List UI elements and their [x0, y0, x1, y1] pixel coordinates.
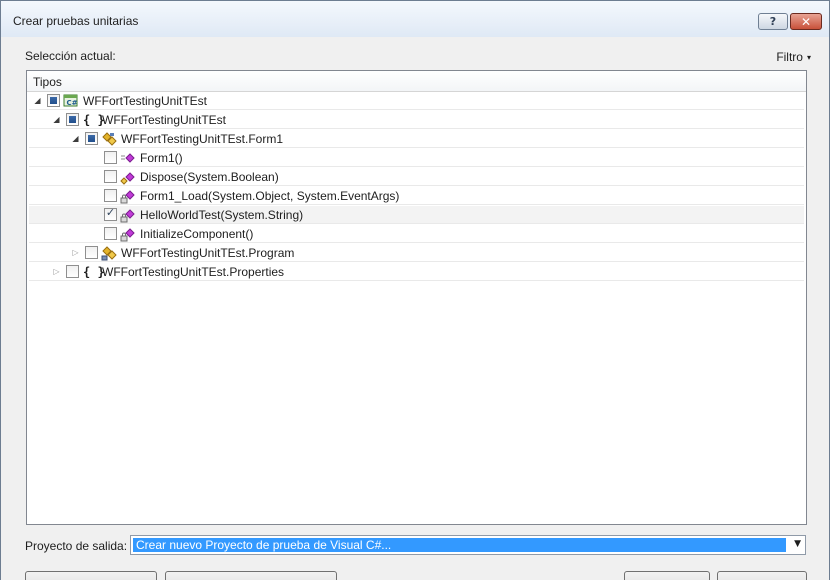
help-icon: ? [769, 15, 777, 28]
csharp-project-icon: C# [63, 93, 79, 109]
tree-row-method[interactable]: Form1_Load(System.Object, System.EventAr… [29, 187, 804, 205]
ok-button-partial[interactable] [624, 571, 710, 580]
svg-text:C#: C# [67, 99, 78, 107]
tree-row-label: Form1() [140, 151, 183, 165]
private-method-icon [120, 226, 136, 242]
combobox-arrow-icon[interactable]: ▼ [794, 539, 801, 549]
tree-row-project[interactable]: ◢ C# WFFortTestingUnitTEst [29, 92, 804, 110]
output-project-label: Proyecto de salida: [25, 539, 128, 553]
expander-expanded-icon[interactable]: ◢ [71, 133, 80, 144]
tree-checkbox[interactable] [66, 113, 79, 126]
output-project-combobox[interactable]: Crear nuevo Proyecto de prueba de Visual… [130, 535, 806, 555]
tree-row-class-form1[interactable]: ◢ WFFortTestingUnitTEst.Form1 [29, 130, 804, 148]
expander-expanded-icon[interactable]: ◢ [33, 95, 42, 106]
dropdown-arrow-icon: ▾ [806, 53, 811, 62]
tree-row-label: Dispose(System.Boolean) [140, 170, 279, 184]
tree-row-label: Form1_Load(System.Object, System.EventAr… [140, 189, 400, 203]
protected-method-icon [120, 169, 136, 185]
settings-button-partial[interactable] [25, 571, 157, 580]
tree-row-label: WFFortTestingUnitTEst [83, 94, 208, 108]
types-column-header: Tipos [33, 75, 62, 89]
tree-row-label: WFFortTestingUnitTEst.Program [121, 246, 295, 260]
tree-row-method-selected[interactable]: HelloWorldTest(System.String) [29, 206, 804, 224]
tree-row-method[interactable]: Dispose(System.Boolean) [29, 168, 804, 186]
cancel-button-partial[interactable] [717, 571, 807, 580]
window-title: Crear pruebas unitarias [13, 14, 139, 28]
tree-checkbox[interactable] [104, 151, 117, 164]
expander-collapsed-icon[interactable]: ▷ [52, 266, 61, 277]
output-project-selected-value: Crear nuevo Proyecto de prueba de Visual… [133, 538, 786, 552]
tree-checkbox[interactable] [104, 170, 117, 183]
expander-collapsed-icon[interactable]: ▷ [71, 247, 80, 258]
private-method-icon [120, 188, 136, 204]
tree-row-class-program[interactable]: ▷ WFFortTestingUnitTEst.Program [29, 244, 804, 262]
add-assembly-button-partial[interactable] [165, 571, 337, 580]
tree-checkbox-checked[interactable] [104, 206, 117, 221]
help-button[interactable]: ? [758, 13, 788, 30]
current-selection-label: Selección actual: [25, 49, 116, 63]
tree-row-label: WFFortTestingUnitTEst.Form1 [121, 132, 284, 146]
tree-checkbox[interactable] [104, 189, 117, 202]
title-bar: Crear pruebas unitarias ? ✕ [1, 1, 829, 37]
tree-row-label: WFFortTestingUnitTEst.Properties [102, 265, 285, 279]
tree-header: Tipos [27, 71, 806, 92]
filter-dropdown[interactable]: Filtro ▾ [776, 50, 811, 64]
tree-row-method[interactable]: Form1() [29, 149, 804, 167]
tree-checkbox[interactable] [85, 132, 98, 145]
types-tree[interactable]: Tipos ◢ C# WFFortTestingUnitTEst ◢ { } W… [26, 70, 807, 525]
dialog-body: Selección actual: Filtro ▾ Tipos ◢ C# WFF… [11, 37, 819, 580]
expander-expanded-icon[interactable]: ◢ [52, 114, 61, 125]
tree-checkbox[interactable] [66, 265, 79, 278]
static-class-icon [101, 245, 117, 261]
class-icon [101, 131, 117, 147]
tree-row-namespace-properties[interactable]: ▷ { } WFFortTestingUnitTEst.Properties [29, 263, 804, 281]
filter-label: Filtro [776, 50, 803, 64]
tree-row-label: HelloWorldTest(System.String) [140, 208, 304, 222]
close-icon: ✕ [800, 14, 812, 29]
tree-row-label: WFFortTestingUnitTEst [102, 113, 227, 127]
tree-checkbox[interactable] [85, 246, 98, 259]
constructor-method-icon [120, 150, 136, 166]
private-method-icon [120, 207, 136, 223]
tree-checkbox[interactable] [47, 94, 60, 107]
tree-checkbox[interactable] [104, 227, 117, 240]
create-unit-tests-dialog: Crear pruebas unitarias ? ✕ Selección ac… [0, 0, 830, 580]
tree-row-label: InitializeComponent() [140, 227, 254, 241]
tree-row-method[interactable]: InitializeComponent() [29, 225, 804, 243]
tree-row-namespace[interactable]: ◢ { } WFFortTestingUnitTEst [29, 111, 804, 129]
close-button[interactable]: ✕ [790, 13, 822, 30]
